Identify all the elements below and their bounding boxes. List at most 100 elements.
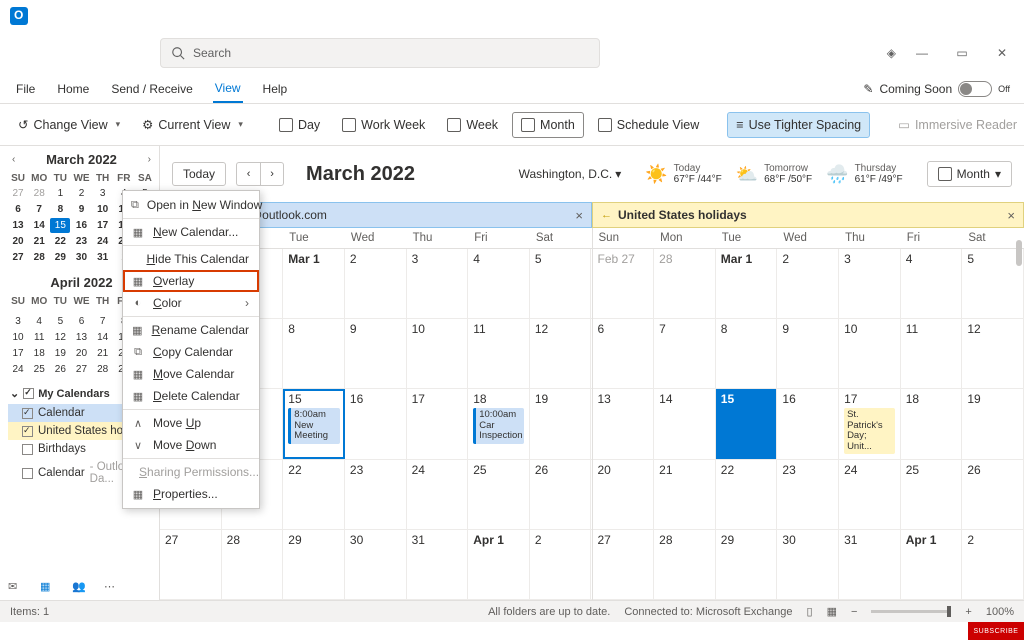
calendar-day[interactable]: 12 bbox=[530, 319, 592, 388]
calendar-day[interactable]: Mar 1 bbox=[716, 249, 778, 318]
tab-view[interactable]: View bbox=[213, 75, 243, 103]
calendar-day[interactable]: 3 bbox=[839, 249, 901, 318]
calendar-day[interactable]: 2 bbox=[777, 249, 839, 318]
calendar-day[interactable]: 4 bbox=[901, 249, 963, 318]
checkbox[interactable] bbox=[22, 408, 33, 419]
calendar-day[interactable]: 22 bbox=[283, 460, 345, 529]
context-menu-item[interactable]: ∧Move Up bbox=[123, 412, 259, 434]
calendar-day[interactable]: 30 bbox=[345, 530, 407, 599]
calendar-day[interactable]: 31 bbox=[407, 530, 469, 599]
weather-day[interactable]: 🌧️Thursday61°F /49°F bbox=[826, 163, 902, 185]
calendar-day[interactable]: 8 bbox=[283, 319, 345, 388]
calendar-day[interactable]: 27 bbox=[160, 530, 222, 599]
calendar-event[interactable]: 10:00am Car Inspection bbox=[473, 408, 524, 443]
tab-home[interactable]: Home bbox=[55, 76, 91, 102]
calendar-day[interactable]: 9 bbox=[345, 319, 407, 388]
calendar-day[interactable]: 31 bbox=[839, 530, 901, 599]
tighter-spacing-button[interactable]: ≡Use Tighter Spacing bbox=[727, 112, 870, 138]
context-menu-item[interactable]: ⧉Copy Calendar bbox=[123, 341, 259, 363]
calendar-day[interactable]: 14 bbox=[654, 389, 716, 458]
calendar-day[interactable]: 28 bbox=[654, 530, 716, 599]
immersive-reader-button[interactable]: ▭Immersive Reader bbox=[890, 112, 1024, 137]
minimize-button[interactable]: ― bbox=[908, 39, 936, 67]
zoom-out[interactable]: − bbox=[851, 606, 857, 618]
next-month[interactable]: › bbox=[260, 162, 284, 186]
tab-file[interactable]: File bbox=[14, 76, 37, 102]
mail-icon[interactable]: ✉ bbox=[8, 580, 26, 596]
calendar-day[interactable]: 15 bbox=[716, 389, 778, 458]
view-icon[interactable]: ▦ bbox=[827, 605, 837, 618]
calendar-day[interactable]: 28 bbox=[654, 249, 716, 318]
calendar-tab-holidays[interactable]: ← United States holidays × bbox=[592, 202, 1024, 228]
calendar-day[interactable]: 19 bbox=[530, 389, 592, 458]
schedule-view-button[interactable]: Schedule View bbox=[590, 113, 707, 137]
mini-prev[interactable]: ‹ bbox=[12, 154, 15, 165]
more-icon[interactable]: ⋯ bbox=[104, 580, 122, 596]
calendar-day[interactable]: 17St. Patrick's Day; Unit... bbox=[839, 389, 901, 458]
calendar-day[interactable]: 24 bbox=[407, 460, 469, 529]
checkbox[interactable] bbox=[22, 444, 33, 455]
calendar-day[interactable]: 23 bbox=[345, 460, 407, 529]
calendar-day[interactable]: 25 bbox=[901, 460, 963, 529]
location-selector[interactable]: Washington, D.C.▾ bbox=[519, 167, 622, 181]
calendar-day[interactable]: 9 bbox=[777, 319, 839, 388]
calendar-day[interactable]: 13 bbox=[593, 389, 655, 458]
month-button[interactable]: Month bbox=[512, 112, 584, 138]
calendar-day[interactable]: 17 bbox=[407, 389, 469, 458]
search-input[interactable]: Search bbox=[160, 38, 600, 68]
calendar-grid-right[interactable]: Feb 2728Mar 1234567891011121314151617St.… bbox=[593, 249, 1024, 600]
view-icon[interactable]: ▯ bbox=[807, 605, 813, 618]
context-menu-item[interactable]: ∨Move Down bbox=[123, 434, 259, 456]
calendar-day[interactable]: 10 bbox=[839, 319, 901, 388]
weather-day[interactable]: ⛅Tomorrow68°F /50°F bbox=[736, 163, 812, 185]
calendar-day[interactable]: Feb 27 bbox=[593, 249, 655, 318]
tab-send-receive[interactable]: Send / Receive bbox=[109, 76, 194, 102]
current-view-button[interactable]: ⚙Current View bbox=[134, 112, 251, 137]
coming-soon-toggle[interactable] bbox=[958, 81, 992, 97]
calendar-day[interactable]: 16 bbox=[777, 389, 839, 458]
premium-icon[interactable]: ◈ bbox=[887, 46, 896, 60]
checkbox[interactable] bbox=[22, 426, 33, 437]
calendar-day[interactable]: 2 bbox=[530, 530, 592, 599]
calendar-day[interactable]: 1810:00am Car Inspection bbox=[468, 389, 530, 458]
calendar-day[interactable]: 18 bbox=[901, 389, 963, 458]
calendar-event[interactable]: 8:00am New Meeting bbox=[288, 408, 340, 443]
calendar-day[interactable]: 29 bbox=[716, 530, 778, 599]
calendar-day[interactable]: 22 bbox=[716, 460, 778, 529]
work-week-button[interactable]: Work Week bbox=[334, 113, 433, 137]
calendar-day[interactable]: 8 bbox=[716, 319, 778, 388]
people-icon[interactable]: 👥 bbox=[72, 580, 90, 596]
subscribe-overlay[interactable]: SUBSCRIBE bbox=[968, 622, 1024, 640]
calendar-day[interactable]: Apr 1 bbox=[901, 530, 963, 599]
context-menu-item[interactable]: ▦Move Calendar bbox=[123, 363, 259, 385]
calendar-day[interactable]: 16 bbox=[345, 389, 407, 458]
today-button[interactable]: Today bbox=[172, 162, 226, 186]
mini-next[interactable]: › bbox=[148, 154, 151, 165]
scrollbar[interactable] bbox=[1016, 240, 1022, 266]
calendar-day[interactable]: 5 bbox=[530, 249, 592, 318]
zoom-slider[interactable] bbox=[871, 610, 951, 613]
calendar-day[interactable]: 23 bbox=[777, 460, 839, 529]
calendar-day[interactable]: 12 bbox=[962, 319, 1024, 388]
calendar-day[interactable]: 2 bbox=[345, 249, 407, 318]
calendar-day[interactable]: 26 bbox=[530, 460, 592, 529]
close-tab-icon[interactable]: × bbox=[1007, 208, 1015, 223]
calendar-day[interactable]: 24 bbox=[839, 460, 901, 529]
zoom-in[interactable]: + bbox=[965, 606, 971, 618]
weather-day[interactable]: ☀️Today67°F /44°F bbox=[645, 163, 721, 185]
context-menu-item[interactable]: ▦Delete Calendar bbox=[123, 385, 259, 407]
calendar-day[interactable]: 10 bbox=[407, 319, 469, 388]
calendar-day[interactable]: 2 bbox=[962, 530, 1024, 599]
checkbox[interactable] bbox=[22, 468, 33, 479]
maximize-button[interactable]: ▭ bbox=[948, 39, 976, 67]
calendar-day[interactable]: 28 bbox=[222, 530, 284, 599]
calendar-day[interactable]: 29 bbox=[283, 530, 345, 599]
calendar-event[interactable]: St. Patrick's Day; Unit... bbox=[844, 408, 895, 454]
calendar-day[interactable]: 26 bbox=[962, 460, 1024, 529]
calendar-day[interactable]: 20 bbox=[593, 460, 655, 529]
calendar-day[interactable]: Apr 1 bbox=[468, 530, 530, 599]
calendar-day[interactable]: 19 bbox=[962, 389, 1024, 458]
view-selector[interactable]: Month▾ bbox=[927, 161, 1012, 187]
context-menu-item[interactable]: Hide This Calendar bbox=[123, 248, 259, 270]
calendar-day[interactable]: 30 bbox=[777, 530, 839, 599]
